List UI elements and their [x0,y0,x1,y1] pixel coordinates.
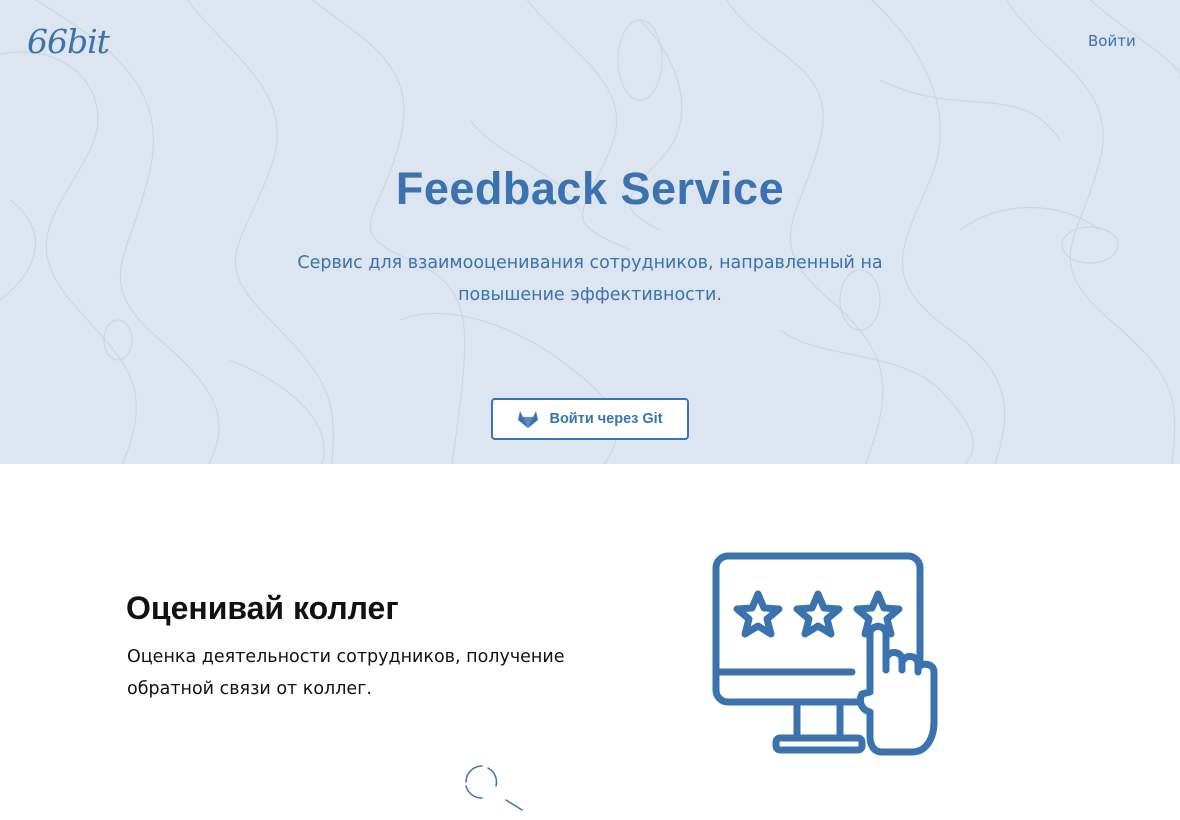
feature-description: Оценка деятельности сотрудников, получен… [127,647,565,699]
topographic-background [0,0,1180,464]
logo[interactable]: 66bit [27,22,110,61]
git-button-label: Войти через Git [549,411,663,427]
login-link[interactable]: Войти [1088,32,1136,50]
feature-title: Оценивай коллег [126,590,399,626]
login-with-git-button[interactable]: Войти через Git [491,398,689,440]
hero-subtitle: Сервис для взаимооценивания сотрудников,… [297,253,883,305]
spinner-icon [462,764,526,820]
page-title: Feedback Service [395,163,785,214]
monitor-rating-stars-hand-icon [712,552,942,766]
hero-section: 66bit Войти Feedback Service Сервис для … [0,0,1180,464]
gitlab-icon [517,409,539,429]
